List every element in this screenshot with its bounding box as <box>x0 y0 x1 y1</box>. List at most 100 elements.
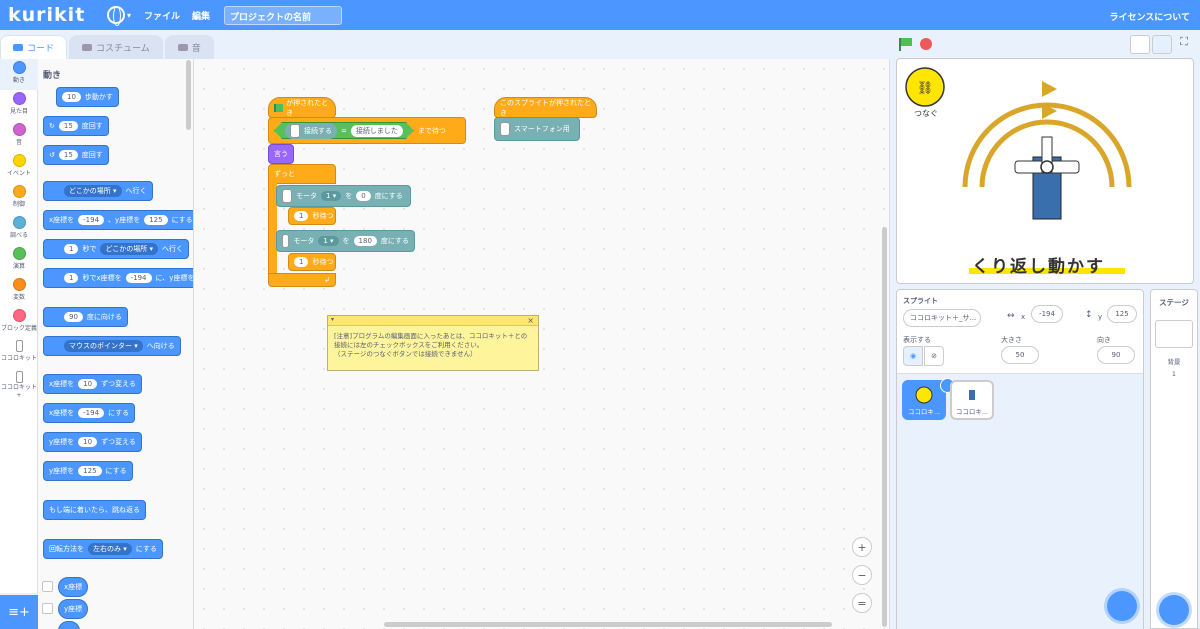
zoom-out-button[interactable]: − <box>852 565 872 585</box>
secs-input[interactable]: 1 <box>64 273 79 283</box>
horizontal-scrollbar[interactable] <box>384 622 832 627</box>
tab-sounds[interactable]: 音 <box>164 35 214 59</box>
show-visible-icon[interactable]: ◉ <box>903 346 923 366</box>
bounce-block[interactable]: もし端に着いたら、跳ね返る <box>43 500 146 520</box>
category-looks[interactable]: 見た目 <box>0 90 38 121</box>
category-variables[interactable]: 変数 <box>0 276 38 307</box>
palette-scrollbar[interactable] <box>186 60 191 130</box>
direction-input[interactable]: 90 <box>64 312 83 322</box>
category-kokorokit[interactable]: ココロキット <box>0 338 38 369</box>
direction-input[interactable]: 90 <box>1097 346 1135 364</box>
app-logo[interactable]: kurikit <box>8 4 93 26</box>
steps-input[interactable]: 10 <box>62 92 81 102</box>
x-position-checkbox[interactable] <box>42 581 53 592</box>
x-input[interactable]: -194 <box>78 215 105 225</box>
wait-block-2[interactable]: 1 秒待つ <box>288 253 336 271</box>
category-motion[interactable]: 動き <box>0 59 38 90</box>
add-backdrop-button[interactable] <box>1159 595 1189 625</box>
glide-block[interactable]: 1 秒で どこかの場所 ▾ へ行く <box>43 239 190 259</box>
vertical-scrollbar[interactable] <box>882 227 887 627</box>
x-position-reporter[interactable]: x座標 <box>58 577 89 597</box>
secs-input[interactable]: 1 <box>294 211 309 221</box>
set-x-block[interactable]: x座標を -194 にする <box>43 403 136 423</box>
when-flag-clicked-block[interactable]: が押されたとき <box>268 97 336 118</box>
license-link[interactable]: ライセンスについて <box>1109 10 1190 23</box>
value-input[interactable]: -194 <box>78 408 105 418</box>
sprite-thumb-1[interactable]: ココロキ... <box>902 378 955 420</box>
y-input[interactable]: 125 <box>144 215 168 225</box>
add-extension-button[interactable]: ≡+ <box>0 595 38 629</box>
wait-block-1[interactable]: 1 秒待つ <box>288 207 336 225</box>
towards-dropdown[interactable]: マウスのポインター ▾ <box>64 340 143 352</box>
chevron-down-icon[interactable]: ▾ <box>127 11 131 20</box>
secs-input[interactable]: 1 <box>294 257 309 267</box>
fullscreen-icon[interactable]: ⛶ <box>1174 35 1194 54</box>
value-input[interactable]: 10 <box>78 437 98 447</box>
project-title-input[interactable]: プロジェクトの名前 <box>224 5 343 25</box>
goto-block[interactable]: どこかの場所 ▾ へ行く <box>43 181 153 201</box>
comment-note[interactable]: ▾ × [注意]プログラムの編集画面に入ったあとは、ココロキット＋との 接続には左… <box>327 315 539 371</box>
collapse-icon[interactable]: ▾ <box>331 316 334 323</box>
connect-reporter[interactable]: 接続する <box>285 123 337 139</box>
glide-xy-block[interactable]: 1 秒でx座標を -194 に、y座標を <box>43 268 193 288</box>
point-towards-block[interactable]: マウスのポインター ▾ へ向ける <box>43 336 181 356</box>
green-flag-icon[interactable] <box>899 38 912 51</box>
stage-thumbnail[interactable] <box>1155 320 1193 348</box>
change-x-block[interactable]: x座標を 10 ずつ変える <box>43 374 142 394</box>
category-control[interactable]: 制御 <box>0 183 38 214</box>
tab-costumes[interactable]: コスチューム <box>69 35 163 59</box>
say-block[interactable]: 言う <box>268 144 294 164</box>
hide-icon[interactable]: ⊘ <box>924 346 944 366</box>
size-input[interactable]: 50 <box>1001 346 1039 364</box>
rotation-style-block[interactable]: 回転方法を 左右のみ ▾ にする <box>43 539 163 559</box>
move-steps-block[interactable]: 10 歩動かす <box>56 87 119 107</box>
forever-block[interactable]: ずっと <box>268 164 336 184</box>
point-direction-block[interactable]: 90 度に向ける <box>43 307 128 327</box>
zoom-reset-button[interactable]: = <box>852 593 872 613</box>
x-input[interactable]: -194 <box>125 273 152 283</box>
edit-menu[interactable]: 編集 <box>192 9 210 22</box>
value-input[interactable]: 10 <box>78 379 98 389</box>
sprite-thumb-2[interactable]: ココロキ... <box>950 380 994 420</box>
secs-input[interactable]: 1 <box>64 244 79 254</box>
category-sound[interactable]: 音 <box>0 121 38 152</box>
y-position-checkbox[interactable] <box>42 603 53 614</box>
value-input[interactable]: 125 <box>78 466 102 476</box>
stage-canvas[interactable]: ⛓ つなぐ くり返し動かす <box>896 58 1194 284</box>
motor-angle-block-2[interactable]: モータ 1 ▾ を 180 度にする <box>276 230 415 252</box>
stop-icon[interactable] <box>920 38 932 50</box>
category-operators[interactable]: 演算 <box>0 245 38 276</box>
category-events[interactable]: イベント <box>0 152 38 183</box>
set-y-block[interactable]: y座標を 125 にする <box>43 461 133 481</box>
turn-right-block[interactable]: ↻ 15 度回す <box>43 116 109 136</box>
degree-input[interactable]: 180 <box>353 236 377 246</box>
y-input[interactable]: 125 <box>1107 305 1137 323</box>
language-globe-icon[interactable] <box>107 6 125 26</box>
smartphone-block[interactable]: スマートフォン用 <box>494 117 580 141</box>
turn-left-block[interactable]: ↺ 15 度回す <box>43 145 109 165</box>
motor-dropdown[interactable]: 1 ▾ <box>321 191 342 201</box>
glide-dropdown[interactable]: どこかの場所 ▾ <box>100 243 159 255</box>
small-stage-button[interactable] <box>1130 35 1150 54</box>
sprite-name-input[interactable]: ココロキット＋_サ... <box>903 309 981 327</box>
equals-operator[interactable]: 接続する = 接続しました <box>274 122 414 139</box>
category-kokorokit-plus[interactable]: ココロキット+ <box>0 369 38 409</box>
note-text[interactable]: [注意]プログラムの編集画面に入ったあとは、ココロキット＋との 接続には左のチェ… <box>328 326 538 365</box>
script-area[interactable]: が押されたとき 接続する = 接続しました まで待つ 言う ずっと ↲ モータ 1… <box>194 59 890 629</box>
rotation-dropdown[interactable]: 左右のみ ▾ <box>88 543 132 555</box>
goto-xy-block[interactable]: x座標を -194 、y座標を 125 にする <box>43 210 193 230</box>
normal-stage-button[interactable] <box>1152 35 1172 54</box>
category-sensing[interactable]: 調べる <box>0 214 38 245</box>
degree-input[interactable]: 0 <box>356 191 371 201</box>
goto-dropdown[interactable]: どこかの場所 ▾ <box>64 185 122 197</box>
tab-code[interactable]: コード <box>0 35 68 59</box>
connected-input[interactable]: 接続しました <box>351 125 403 137</box>
motor-angle-block-1[interactable]: モータ 1 ▾ を 0 度にする <box>276 185 411 207</box>
change-y-block[interactable]: y座標を 10 ずつ変える <box>43 432 142 452</box>
when-sprite-clicked-block[interactable]: このスプライトが押されたとき <box>494 97 597 118</box>
degrees-input[interactable]: 15 <box>58 121 78 131</box>
degrees-input[interactable]: 15 <box>58 150 78 160</box>
direction-reporter[interactable] <box>58 621 80 629</box>
file-menu[interactable]: ファイル <box>144 9 180 22</box>
note-header[interactable]: ▾ × <box>328 316 538 326</box>
